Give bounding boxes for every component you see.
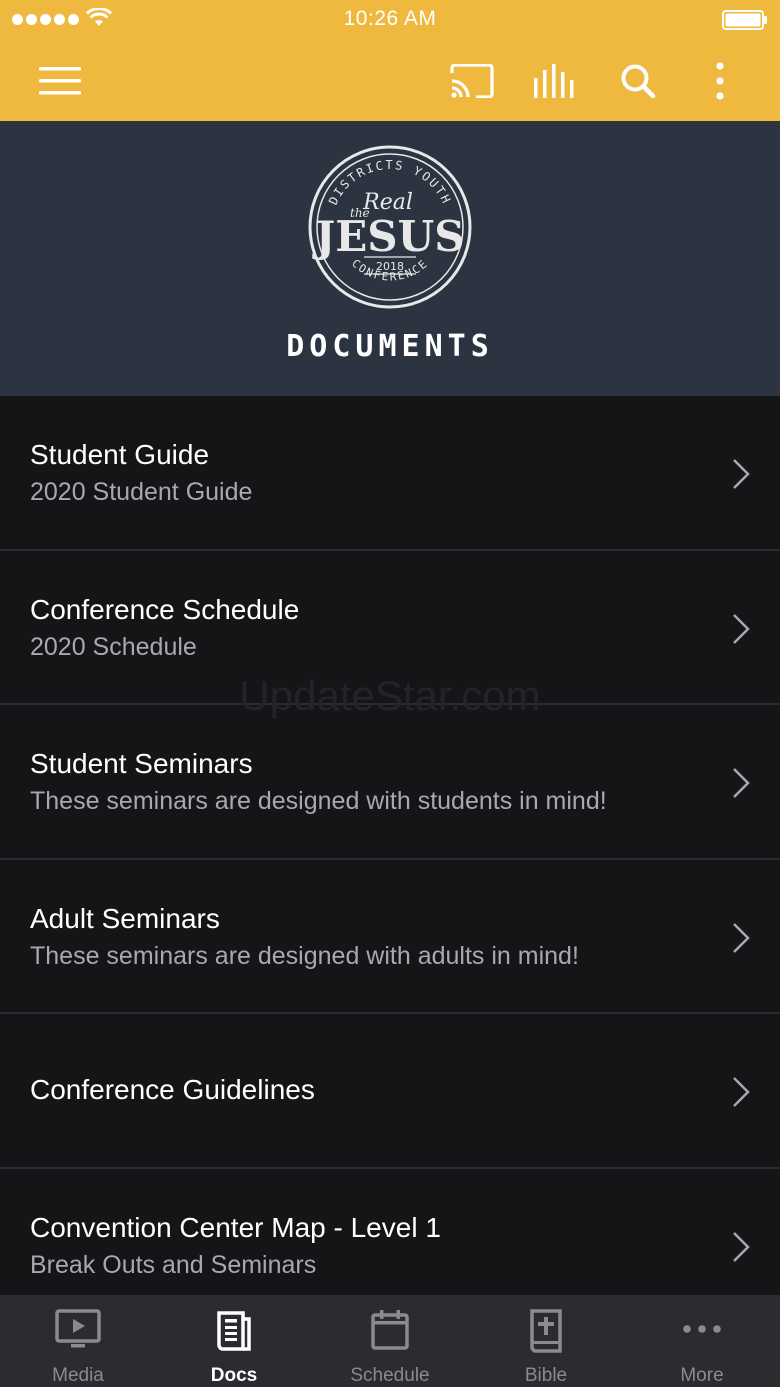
cast-button[interactable] [442,40,502,121]
list-item-title: Adult Seminars [30,902,220,934]
conference-logo: DISTRICTS YOUTH the Real JESUS 2018 CONF… [308,145,472,309]
list-item-subtitle: These seminars are designed with adults … [30,941,579,970]
more-horizontal-icon [683,1325,721,1333]
chevron-right-icon [733,922,750,953]
list-item-title: Conference Schedule [30,593,300,625]
equalizer-icon [534,63,574,98]
list-item-title: Student Seminars [30,748,253,779]
documents-header: DISTRICTS YOUTH the Real JESUS 2018 CONF… [0,121,780,396]
list-item-conference-schedule[interactable]: Conference Schedule 2020 Schedule [0,550,780,705]
tab-bible[interactable]: Bible [468,1295,624,1387]
more-vertical-icon [716,61,724,100]
list-item-student-guide[interactable]: Student Guide 2020 Student Guide [0,396,780,551]
list-item-adult-seminars[interactable]: Adult Seminars These seminars are design… [0,859,780,1014]
list-item-subtitle: 2020 Student Guide [30,478,253,506]
chevron-right-icon [733,1231,750,1262]
list-item-subtitle: These seminars are designed with student… [30,787,607,815]
list-item-subtitle: 2020 Schedule [30,632,197,661]
chevron-right-icon [733,768,750,798]
status-bar: 10:26 AM [0,0,780,40]
list-item-title: Convention Center Map - Level 1 [30,1211,441,1243]
documents-list: Student Guide 2020 Student Guide Confere… [0,396,780,1323]
list-item-subtitle: Break Outs and Seminars [30,1250,317,1279]
chevron-right-icon [733,613,750,644]
list-item-student-seminars[interactable]: Student Seminars These seminars are desi… [0,705,780,860]
overflow-menu-button[interactable] [700,40,740,121]
tab-label: Media [52,1365,104,1386]
tab-docs[interactable]: Docs [156,1295,312,1387]
battery-icon [722,10,767,30]
tab-media[interactable]: Media [0,1295,156,1387]
menu-button[interactable] [30,40,90,121]
chevron-right-icon [733,1077,750,1107]
search-button[interactable] [608,40,668,121]
page-title: DOCUMENTS [286,329,494,364]
status-time: 10:26 AM [343,7,437,30]
list-item-title: Student Guide [30,439,210,470]
cast-icon [450,63,494,98]
tab-label: Bible [524,1365,568,1386]
docs-icon [217,1311,251,1351]
list-item-conference-guidelines[interactable]: Conference Guidelines [0,1014,780,1169]
tab-label: Docs [210,1365,258,1386]
svg-text:JESUS: JESUS [311,212,464,261]
tab-schedule[interactable]: Schedule [312,1295,468,1387]
audio-levels-button[interactable] [524,40,584,121]
list-item-title: Conference Guidelines [30,1074,315,1105]
bottom-tab-bar: Media Docs Schedule Bible More [0,1295,780,1387]
search-icon [621,64,656,98]
tab-label: More [680,1365,724,1386]
media-icon [55,1309,101,1348]
bible-icon [530,1309,562,1353]
hamburger-menu-icon [39,66,81,94]
app-bar [0,40,780,121]
tab-label: Schedule [350,1365,430,1386]
calendar-icon [371,1310,409,1350]
chevron-right-icon [733,459,750,489]
tab-more[interactable]: More [624,1295,780,1387]
